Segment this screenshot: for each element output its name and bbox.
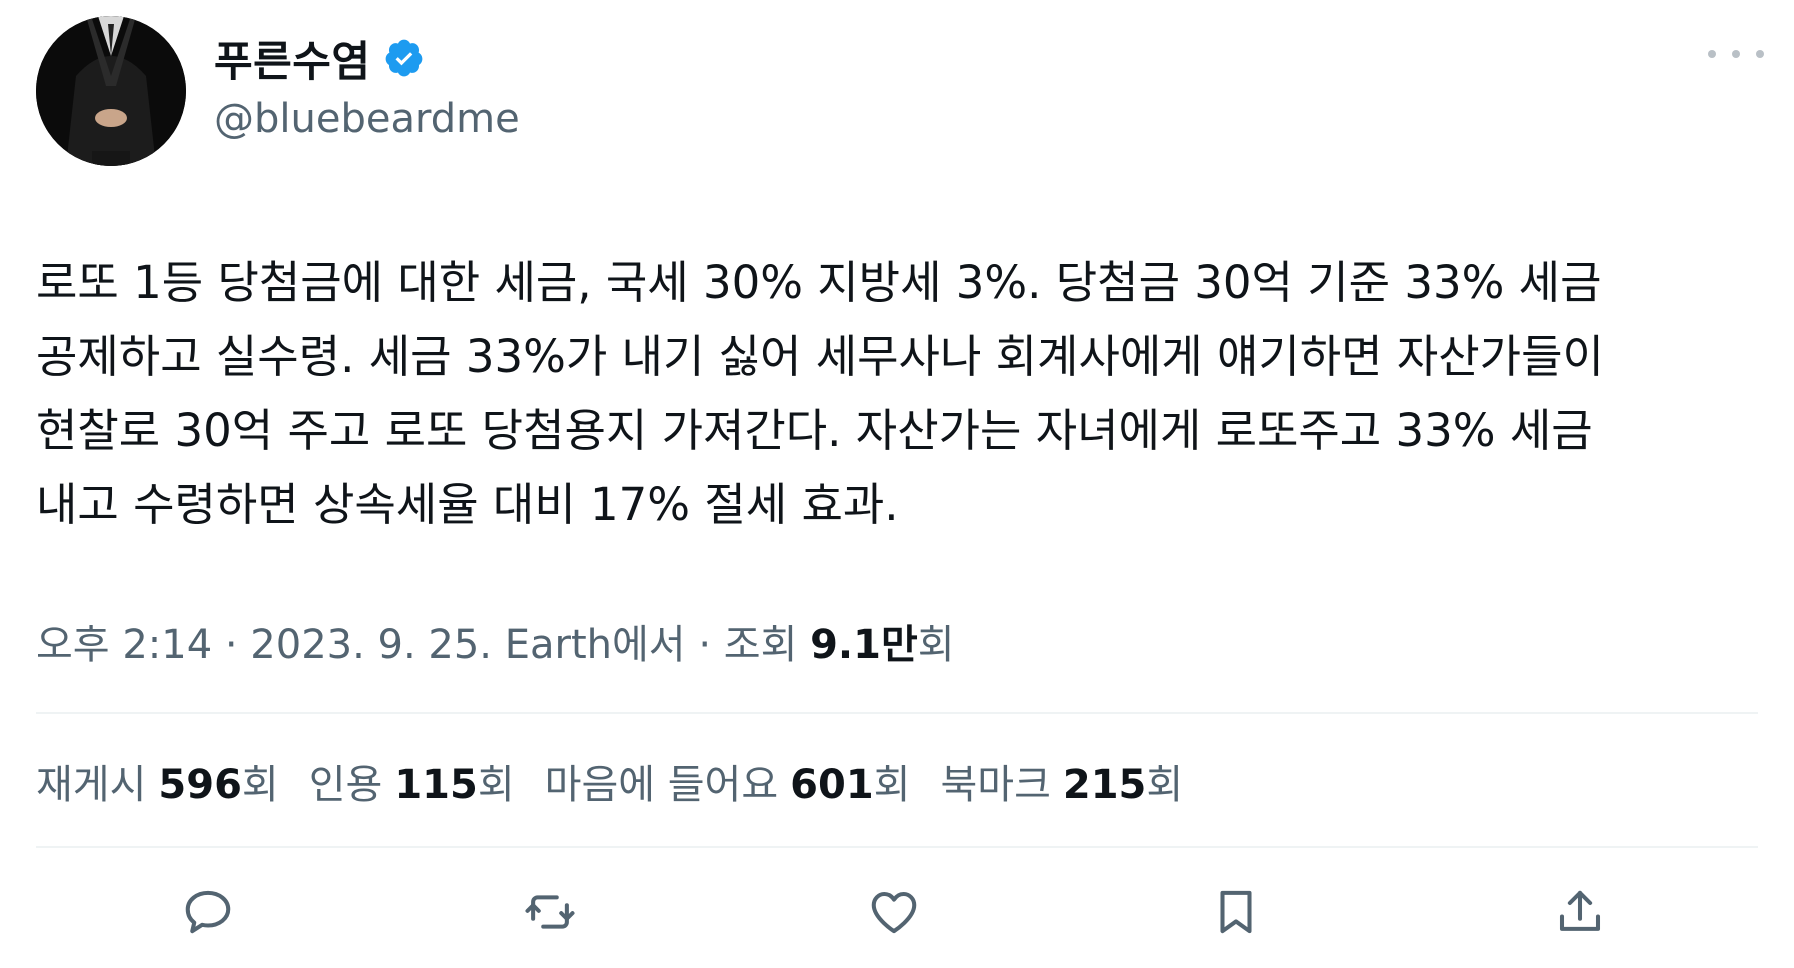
stat-unit: 회 [477,762,515,808]
tweet-time[interactable]: 오후 2:14 [36,612,212,670]
display-name[interactable]: 푸른수염 [214,28,371,89]
user-handle[interactable]: @bluebeardme [214,96,520,142]
reposts-label: 재게시 [36,762,147,808]
quotes-stat[interactable]: 인용 115 회 [309,752,515,810]
tweet-source: Earth에서 [504,622,686,668]
stat-unit: 회 [1146,762,1184,808]
bookmark-button[interactable] [1204,880,1268,944]
likes-stat[interactable]: 마음에 들어요 601 회 [545,752,911,810]
views-unit: 회 [917,622,955,668]
bookmark-icon [1220,890,1252,934]
bookmarks-label: 북마크 [940,762,1051,808]
meta-separator: · [212,622,251,668]
bookmarks-stat[interactable]: 북마크 215 회 [940,752,1183,810]
reposts-stat[interactable]: 재게시 596 회 [36,752,279,810]
user-name-row: 푸른수염 [214,30,425,86]
reposts-count: 596 [158,762,242,808]
reply-button[interactable] [176,880,240,944]
tweet-card: 푸른수염 @bluebeardme 로또 1등 당첨금에 대한 세금, 국세 3… [0,0,1794,968]
tweet-meta: 오후 2:14 · 2023. 9. 25. Earth에서 · 조회 9.1만… [36,612,955,670]
quotes-count: 115 [394,762,478,808]
verified-badge-icon [383,37,425,79]
tweet-date[interactable]: 2023. 9. 25. [250,622,492,668]
like-button[interactable] [862,880,926,944]
likes-label: 마음에 들어요 [544,762,779,808]
share-icon [1559,890,1601,931]
tweet-text: 로또 1등 당첨금에 대한 세금, 국세 30% 지방세 3%. 당첨금 30억… [36,256,1604,531]
action-bar [36,880,1758,952]
retweet-button[interactable] [518,880,582,944]
divider [36,846,1758,848]
stat-unit: 회 [241,762,279,808]
like-icon [871,891,917,934]
retweet-icon [525,895,575,929]
more-options-icon[interactable] [1708,42,1764,66]
views-count: 9.1만 [810,622,918,668]
divider [36,712,1758,714]
views-label: 조회 [723,622,811,668]
stat-unit: 회 [873,762,911,808]
share-button[interactable] [1548,880,1612,944]
meta-separator: · [685,622,724,668]
engagement-stats: 재게시 596 회 인용 115 회 마음에 들어요 601 회 북마크 215… [36,752,1213,810]
quotes-label: 인용 [308,762,383,808]
avatar[interactable] [36,16,186,166]
reply-icon [185,890,231,934]
likes-count: 601 [790,762,874,808]
bookmarks-count: 215 [1062,762,1147,808]
